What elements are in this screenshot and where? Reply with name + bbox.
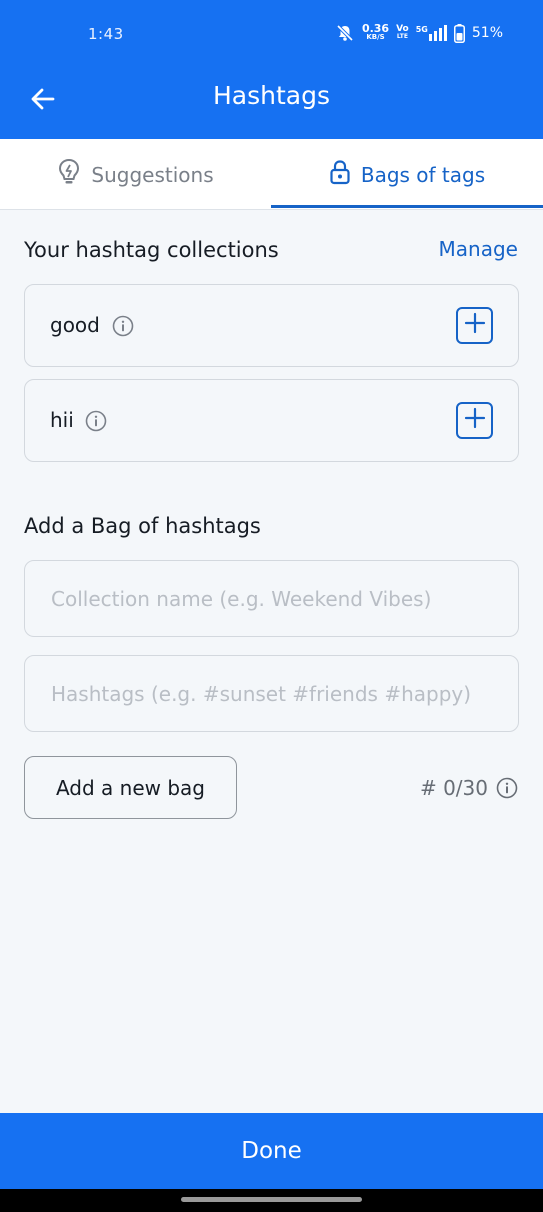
add-bag-tags-button[interactable]	[456, 307, 493, 344]
bag-card-hii[interactable]: hii	[24, 379, 519, 462]
signal-5g-icon: 5G	[416, 25, 447, 41]
collection-name-field[interactable]	[24, 560, 519, 637]
battery-percent: 51%	[471, 25, 503, 41]
active-tab-indicator	[271, 205, 543, 208]
add-new-bag-button[interactable]: Add a new bag	[24, 756, 237, 819]
tab-bags-of-tags[interactable]: Bags of tags	[271, 139, 543, 210]
page-title: Hashtags	[212, 81, 330, 110]
bag-card-good[interactable]: good	[24, 284, 519, 367]
info-icon[interactable]	[112, 315, 134, 342]
tab-suggestions-label: Suggestions	[91, 162, 214, 187]
bag-name: good	[50, 313, 100, 337]
status-time: 1:43	[88, 25, 124, 43]
hashtags-input[interactable]	[25, 656, 518, 731]
info-icon[interactable]	[496, 777, 518, 799]
hashtag-counter-text: # 0/30	[419, 776, 488, 800]
bag-name: hii	[50, 408, 74, 432]
collection-name-input[interactable]	[25, 561, 518, 636]
done-button[interactable]: Done	[0, 1113, 543, 1189]
app-bar: Hashtags	[0, 70, 543, 139]
hashtag-counter: # 0/30	[420, 776, 518, 800]
plus-icon	[464, 407, 486, 434]
network-speed: 0.36 KB/S	[361, 22, 390, 41]
home-gesture-handle[interactable]	[181, 1197, 362, 1202]
status-icons: 0.36 KB/S Vo LTE 5G 51%	[335, 23, 503, 43]
hashtags-field[interactable]	[24, 655, 519, 732]
battery-icon	[453, 23, 465, 43]
tab-bags-of-tags-label: Bags of tags	[360, 162, 486, 187]
lock-icon	[329, 159, 351, 190]
add-bag-tags-button[interactable]	[456, 402, 493, 439]
add-bag-heading: Add a Bag of hashtags	[24, 514, 261, 538]
lightbulb-icon	[57, 158, 81, 191]
plus-icon	[464, 312, 486, 339]
status-bar: 1:43 0.36 KB/S Vo LTE 5G 51%	[0, 0, 543, 70]
manage-link[interactable]: Manage	[439, 237, 518, 261]
collections-heading: Your hashtag collections	[24, 238, 279, 262]
tab-suggestions[interactable]: Suggestions	[0, 139, 271, 210]
info-icon[interactable]	[85, 410, 107, 437]
notifications-muted-icon	[335, 23, 355, 43]
volte-indicator: Vo LTE	[396, 24, 409, 41]
system-nav-bar	[0, 1189, 543, 1212]
tab-bar: Suggestions Bags of tags	[0, 139, 543, 210]
